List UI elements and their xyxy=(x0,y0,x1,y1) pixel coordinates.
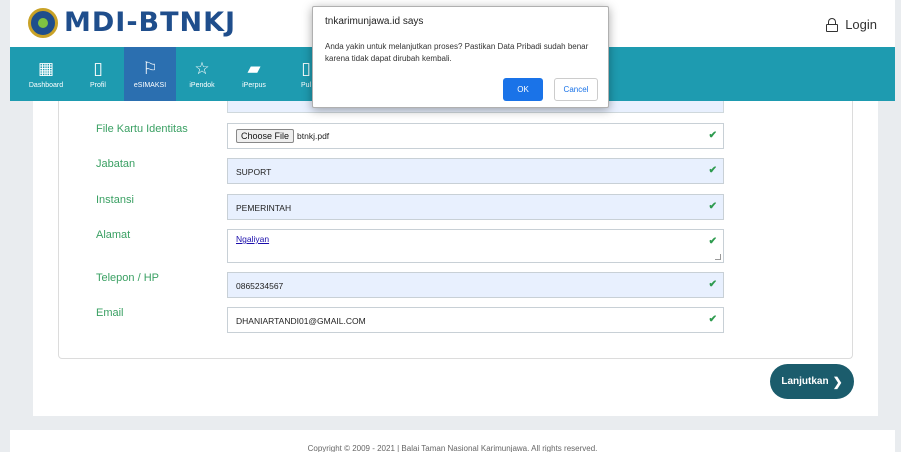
logo-emblem-icon xyxy=(28,7,58,38)
check-icon: ✔ xyxy=(708,236,717,247)
nav-item-profil[interactable]: ▯ Profil xyxy=(72,47,124,101)
login-link[interactable]: Login xyxy=(826,17,877,32)
nav-item-label: Pul xyxy=(300,81,312,89)
file-name: btnkj.pdf xyxy=(297,131,330,141)
instansi-input[interactable]: PEMERINTAH ✔ xyxy=(227,194,724,220)
site-logo[interactable]: MDI-BTNKJ xyxy=(28,7,236,38)
profile-icon: ▯ xyxy=(93,58,103,79)
dialog-title: tnkarimunjawa.id says xyxy=(325,16,424,27)
cancel-button[interactable]: Cancel xyxy=(554,78,598,101)
nav-item-iperpus[interactable]: ▰ iPerpus xyxy=(228,47,280,101)
id-card-file-input[interactable]: Choose File btnkj.pdf ✔ xyxy=(227,123,724,149)
field-label: Jabatan xyxy=(96,158,136,170)
nav-item-label: Dashboard xyxy=(28,81,64,89)
field-value: SUPORT xyxy=(236,167,272,177)
lock-icon xyxy=(826,17,839,32)
check-icon: ✔ xyxy=(708,130,717,141)
field-label: Instansi xyxy=(96,194,134,206)
brand-name: MDI-BTNKJ xyxy=(64,7,237,38)
page-icon: ▯ xyxy=(301,58,311,79)
check-icon: ✔ xyxy=(708,314,717,325)
email-input[interactable]: DHANIARTANDI01@GMAIL.COM ✔ xyxy=(227,307,724,333)
resize-handle-icon[interactable] xyxy=(715,254,721,260)
dashboard-icon: ▦ xyxy=(37,58,55,79)
ok-button[interactable]: OK xyxy=(503,78,543,101)
nav-item-dashboard[interactable]: ▦ Dashboard xyxy=(20,47,72,101)
nav-item-label: Profil xyxy=(90,81,106,89)
field-value: Ngaliyan xyxy=(236,234,270,244)
main-content: File Kartu Identitas Choose File btnkj.pd… xyxy=(33,101,878,416)
alamat-textarea[interactable]: Ngaliyan ✔ xyxy=(227,229,724,263)
book-icon: ▰ xyxy=(247,58,261,79)
lanjutkan-button[interactable]: Lanjutkan ❯ xyxy=(770,364,854,399)
nav-item-label: iPendok xyxy=(189,81,215,89)
choose-file-button[interactable]: Choose File xyxy=(236,129,295,143)
check-icon: ✔ xyxy=(708,201,717,212)
lanjutkan-label: Lanjutkan xyxy=(781,376,829,387)
field-value: 0865234567 xyxy=(236,281,284,291)
site-footer: Copyright © 2009 - 2021 | Balai Taman Na… xyxy=(10,430,895,452)
telepon-input[interactable]: 0865234567 ✔ xyxy=(227,272,724,298)
chevron-right-icon: ❯ xyxy=(832,374,843,389)
login-label: Login xyxy=(845,17,877,32)
nav-item-ipendok[interactable]: ☆ iPendok xyxy=(176,47,228,101)
dialog-message: Anda yakin untuk melanjutkan proses? Pas… xyxy=(325,42,589,63)
check-icon: ✔ xyxy=(708,165,717,176)
nav-item-label: eSIMAKSI xyxy=(133,81,167,89)
field-value: PEMERINTAH xyxy=(236,203,292,213)
field-label: File Kartu Identitas xyxy=(96,123,188,135)
signpost-icon: ⚐ xyxy=(142,58,158,79)
field-label: Alamat xyxy=(96,229,131,241)
copyright-text: Copyright © 2009 - 2021 | Balai Taman Na… xyxy=(307,444,598,452)
confirm-dialog: tnkarimunjawa.id says Anda yakin untuk m… xyxy=(312,6,609,108)
jabatan-input[interactable]: SUPORT ✔ xyxy=(227,158,724,184)
field-label: Telepon / HP xyxy=(96,272,159,284)
star-icon: ☆ xyxy=(194,58,210,79)
field-label: Email xyxy=(96,307,124,319)
nav-item-label: iPerpus xyxy=(242,81,266,89)
nav-item-esimaksi[interactable]: ⚐ eSIMAKSI xyxy=(124,47,176,101)
check-icon: ✔ xyxy=(708,279,717,290)
form-card: File Kartu Identitas Choose File btnkj.pd… xyxy=(58,101,853,359)
field-value: DHANIARTANDI01@GMAIL.COM xyxy=(236,316,366,326)
